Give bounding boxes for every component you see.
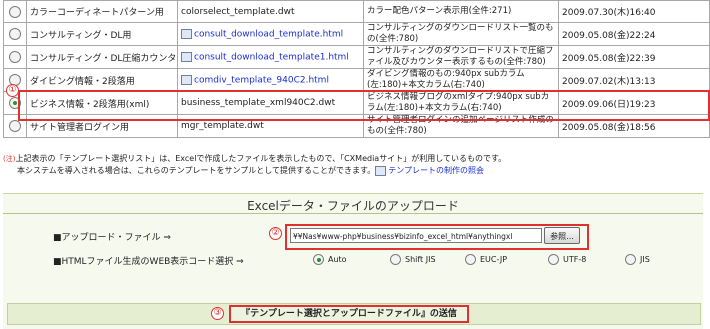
- upload-file-input[interactable]: ¥¥Nas¥www-php¥business¥bizinfo_excel_htm…: [290, 228, 542, 243]
- template-date: 2009.05.08(金)22:24: [558, 22, 710, 46]
- template-file: business_template_xml940C2.dwt: [181, 98, 336, 108]
- encoding-radio[interactable]: [390, 254, 401, 265]
- template-date: 2009.05.08(金)18:56: [558, 114, 710, 138]
- upload-panel: Excelデータ・ファイルのアップロード ■アップロード・ファイル ⇒ ② ¥¥…: [3, 193, 703, 329]
- divider: [3, 213, 703, 214]
- upload-file-label: ■アップロード・ファイル ⇒: [53, 233, 171, 243]
- encoding-radio[interactable]: [548, 254, 559, 265]
- encoding-option[interactable]: EUC-JP: [465, 254, 507, 265]
- upload-title: Excelデータ・ファイルのアップロード: [247, 199, 459, 213]
- template-date: 2009.09.06(日)19:23: [558, 91, 710, 115]
- template-name: ビジネス情報・2段落用(xml): [26, 91, 178, 115]
- template-file-cell: colorselect_template.dwt: [177, 0, 364, 23]
- select-cell: [3, 22, 27, 46]
- note: (注)上記表示の「テンプレート選択リスト」は、Excelで作成したファイルを表示…: [3, 153, 708, 176]
- file-icon: [181, 51, 192, 62]
- template-file-link[interactable]: consult_download_template.html: [194, 29, 343, 39]
- template-radio[interactable]: [9, 120, 21, 132]
- template-radio[interactable]: [9, 97, 21, 109]
- file-icon: [181, 74, 192, 85]
- marker-2: ②: [269, 227, 282, 240]
- encoding-label-text: UTF-8: [563, 255, 587, 264]
- template-name: サイト管理者ログイン用: [26, 114, 178, 138]
- template-radio[interactable]: [9, 51, 21, 63]
- template-file-link[interactable]: comdiv_template_940C2.html: [194, 75, 329, 85]
- encoding-option[interactable]: Shift JIS: [390, 254, 436, 265]
- encoding-option[interactable]: JIS: [625, 254, 650, 265]
- template-file-cell: consult_download_template.html: [177, 22, 364, 46]
- encoding-radio[interactable]: [465, 254, 476, 265]
- template-inquiry-link[interactable]: テンプレートの制作の照会: [388, 166, 484, 175]
- file-icon: [181, 28, 192, 39]
- select-cell: [3, 114, 27, 138]
- template-desc: ダイビング情報のもの:940px subカラム(左:180)+本文カラム(右:7…: [363, 68, 559, 92]
- template-name: ダイビング情報・2段落用: [26, 68, 178, 92]
- encoding-label-text: Auto: [328, 255, 347, 264]
- table-row: コンサルティング・DL圧縮カウンター用 consult_download_temp…: [3, 45, 710, 69]
- template-file-cell: comdiv_template_940C2.html: [177, 68, 364, 92]
- template-desc: カラー配色パターン表示用(全件:271): [363, 0, 559, 23]
- file-icon: [375, 165, 387, 176]
- template-file-link[interactable]: consult_download_template1.html: [194, 52, 349, 62]
- template-desc: ビジネス情報ブログのxmlタイプ:940px subカラム(左:180)+本文カ…: [363, 91, 559, 115]
- template-name: カラーコーディネートパターン用: [26, 0, 178, 23]
- table-row: サイト管理者ログイン用 mgr_template.dwt サイト管理者ログインの追加…: [3, 114, 710, 138]
- template-date: 2009.05.08(金)22:39: [558, 45, 710, 69]
- template-desc: コンサルティングのダウンロードリストで圧縮ファイル及びカウンター表示するもの(全…: [363, 45, 559, 69]
- table-row: コンサルティング・DL用 consult_download_template.ht…: [3, 22, 710, 46]
- submit-band: ③ 『テンプレート選択とアップロードファイル』の送信: [7, 303, 701, 325]
- encoding-label-text: EUC-JP: [480, 255, 508, 264]
- template-name: コンサルティング・DL圧縮カウンター用: [26, 45, 178, 69]
- note-prefix: (注): [3, 155, 16, 163]
- template-file-cell: business_template_xml940C2.dwt: [177, 91, 364, 115]
- table-row: ダイビング情報・2段落用 comdiv_template_940C2.html ダイ…: [3, 68, 710, 92]
- table-row: カラーコーディネートパターン用 colorselect_template.dwt カ…: [3, 0, 710, 23]
- submit-button[interactable]: 『テンプレート選択とアップロードファイル』の送信: [229, 305, 469, 323]
- encoding-label: ■HTMLファイル生成のWEB表示コード選択 ⇒: [53, 257, 244, 267]
- template-table: カラーコーディネートパターン用 colorselect_template.dwt カ…: [3, 0, 710, 138]
- template-file-cell: consult_download_template1.html: [177, 45, 364, 69]
- encoding-radio[interactable]: [313, 254, 324, 265]
- marker-1: ①: [6, 84, 19, 97]
- template-date: 2009.07.30(木)16:40: [558, 0, 710, 23]
- template-desc: コンサルティングのダウンロードリスト一覧のもの(全件:780): [363, 22, 559, 46]
- template-file: mgr_template.dwt: [181, 121, 264, 131]
- template-date: 2009.07.02(木)13:13: [558, 68, 710, 92]
- encoding-label-text: JIS: [640, 255, 650, 264]
- template-name: コンサルティング・DL用: [26, 22, 178, 46]
- note-line2: 本システムを導入される場合は、これらのテンプレートをサンプルとして提供することが…: [17, 166, 376, 175]
- select-cell: [3, 0, 27, 23]
- browse-button[interactable]: 参照...: [544, 227, 580, 244]
- template-desc: サイト管理者ログインの追加ページリスト作成のもの(全件:780): [363, 114, 559, 138]
- encoding-option[interactable]: Auto: [313, 254, 347, 265]
- encoding-radio[interactable]: [625, 254, 636, 265]
- note-line1: 上記表示の「テンプレート選択リスト」は、Excelで作成したファイルを表示したも…: [15, 154, 507, 163]
- encoding-label-text: Shift JIS: [405, 255, 436, 264]
- encoding-option[interactable]: UTF-8: [548, 254, 586, 265]
- table-row: ビジネス情報・2段落用(xml) business_template_xml940…: [3, 91, 710, 115]
- template-radio[interactable]: [9, 28, 21, 40]
- template-file: colorselect_template.dwt: [181, 6, 295, 17]
- template-file-cell: mgr_template.dwt: [177, 114, 364, 138]
- template-radio[interactable]: [9, 5, 21, 18]
- marker-3: ③: [211, 307, 224, 320]
- select-cell: [3, 45, 27, 69]
